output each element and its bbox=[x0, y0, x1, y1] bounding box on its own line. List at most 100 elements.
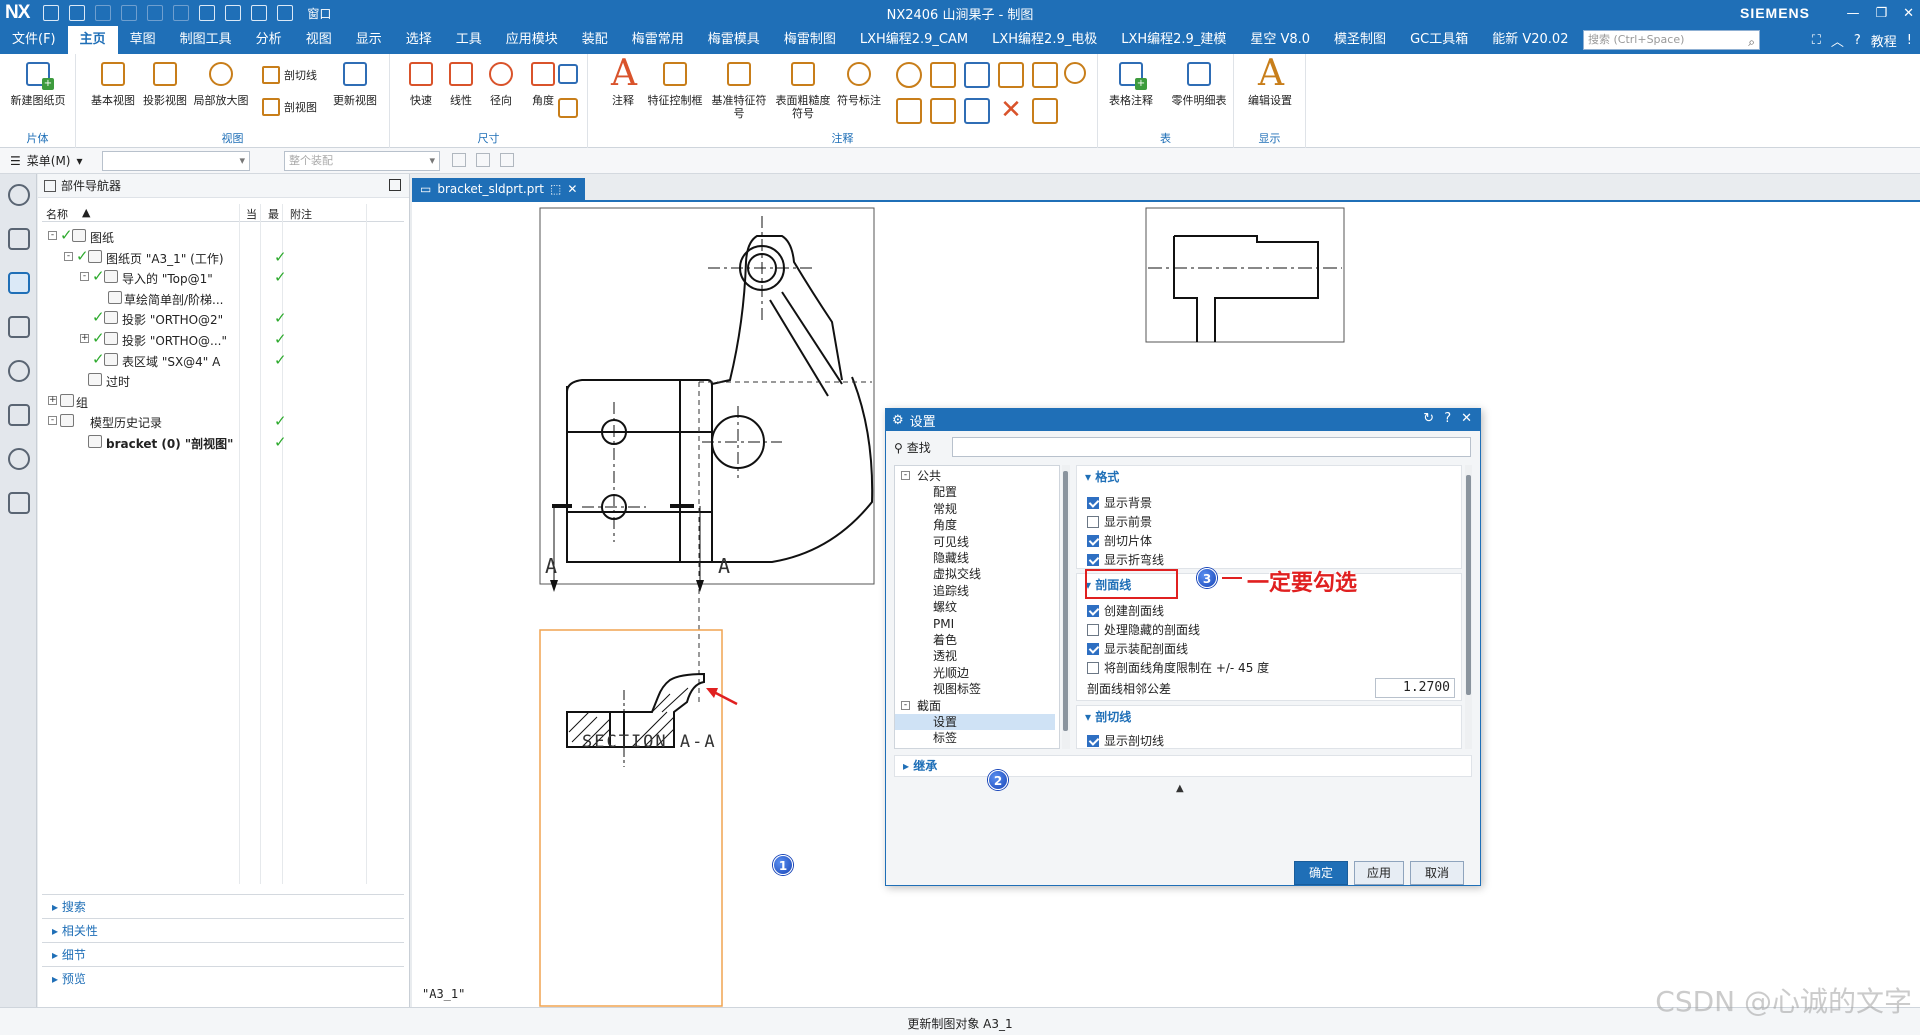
checkbox[interactable] bbox=[1087, 734, 1099, 747]
update-view-button[interactable]: 更新视图 bbox=[324, 58, 386, 107]
column-latest[interactable]: 最 bbox=[268, 206, 279, 222]
settings-tree-node[interactable]: 追踪线 bbox=[895, 583, 1055, 599]
option-format_options-0[interactable]: 显示背景 bbox=[1087, 494, 1152, 511]
tree-node[interactable]: bracket (0) "剖视图" ✓ bbox=[42, 432, 404, 452]
settings-tree-node[interactable]: PMI bbox=[895, 616, 1055, 632]
web-browser-icon[interactable] bbox=[8, 404, 30, 426]
edit-settings-button[interactable]: A 编辑设置 bbox=[1239, 56, 1301, 108]
restore-icon[interactable]: ❐ bbox=[1875, 6, 1887, 21]
help-icon[interactable]: ? bbox=[1854, 33, 1861, 48]
tab-4[interactable]: 分析 bbox=[244, 26, 294, 54]
section-line-button[interactable]: 剖切线 bbox=[262, 66, 317, 84]
navigator-section[interactable]: ▸ 搜索 bbox=[42, 894, 404, 918]
close-icon[interactable]: ✕ bbox=[1461, 411, 1472, 426]
section-view-button[interactable]: 剖视图 bbox=[262, 98, 317, 116]
format-panel-header[interactable]: ▾ 格式 bbox=[1077, 466, 1461, 488]
option-format_options-1[interactable]: 显示前景 bbox=[1087, 513, 1152, 530]
main-menu-button[interactable]: ☰ 菜单(M) ▾ bbox=[0, 152, 83, 169]
checkbox[interactable] bbox=[1087, 661, 1099, 674]
weld-symbol-icon[interactable] bbox=[930, 62, 956, 88]
expand-toggle-icon[interactable]: - bbox=[901, 700, 910, 710]
tab-8[interactable]: 工具 bbox=[444, 26, 494, 54]
column-name[interactable]: 名称 bbox=[46, 206, 68, 222]
type-filter-select[interactable]: ▾ bbox=[102, 151, 250, 171]
tree-node[interactable]: ✓ 表区域 "SX@4" A ✓ bbox=[42, 350, 404, 370]
collapse-arrow-icon[interactable]: ▲ bbox=[1176, 783, 1184, 794]
settings-tree-node[interactable]: 标签 bbox=[895, 730, 1055, 746]
tab-2[interactable]: 草图 bbox=[118, 26, 168, 54]
projected-view-button[interactable]: 投影视图 bbox=[134, 58, 196, 107]
column-note[interactable]: 附注 bbox=[290, 206, 312, 222]
leader-icon[interactable] bbox=[896, 98, 922, 124]
maximize-icon[interactable] bbox=[389, 179, 401, 191]
settings-tree-node[interactable]: 常规 bbox=[895, 501, 1055, 517]
reuse-library-icon[interactable] bbox=[8, 316, 30, 338]
gear-icon[interactable] bbox=[8, 184, 30, 206]
content-scrollbar[interactable] bbox=[1465, 465, 1472, 749]
find-input[interactable] bbox=[952, 437, 1471, 457]
tree-node[interactable]: - 模型历史记录 ✓ bbox=[42, 411, 404, 431]
tree-node[interactable]: - ✓ 图纸 bbox=[42, 226, 404, 246]
apply-button[interactable]: 应用 bbox=[1354, 861, 1404, 885]
sort-ascending-icon[interactable]: ▲ bbox=[82, 206, 90, 219]
window-menu[interactable]: 窗口 bbox=[307, 5, 331, 22]
new-sheet-button[interactable]: + 新建图纸页 bbox=[7, 58, 69, 107]
expand-toggle-icon[interactable]: + bbox=[80, 334, 89, 343]
feature-control-frame-button[interactable]: 特征控制框 bbox=[644, 58, 706, 107]
tree-node[interactable]: 草绘简单剖/阶梯... bbox=[42, 288, 404, 308]
surface-finish-button[interactable]: 表面粗糙度符号 bbox=[772, 58, 834, 120]
option-hatch_options-3[interactable]: 将剖面线角度限制在 +/- 45 度 bbox=[1087, 659, 1269, 676]
part-navigator-icon[interactable] bbox=[8, 272, 30, 294]
option-format_options-3[interactable]: 显示折弯线 bbox=[1087, 551, 1164, 568]
center-mark-icon[interactable] bbox=[964, 62, 990, 88]
ok-button[interactable]: 确定 bbox=[1294, 861, 1348, 885]
detail-view-button[interactable]: 局部放大图 bbox=[190, 58, 252, 107]
tab-20[interactable]: 能新 V20.02 bbox=[1480, 26, 1580, 54]
navigator-section[interactable]: ▸ 细节 bbox=[42, 942, 404, 966]
tree-node[interactable]: + 组 bbox=[42, 391, 404, 411]
settings-tree-node[interactable]: 配置 bbox=[895, 484, 1055, 500]
navigator-section[interactable]: ▸ 预览 bbox=[42, 966, 404, 990]
tab-12[interactable]: 梅雷模具 bbox=[696, 26, 772, 54]
image-icon[interactable] bbox=[1032, 62, 1058, 88]
settings-tree-node[interactable]: 螺纹 bbox=[895, 599, 1055, 615]
tab-15[interactable]: LXH编程2.9_电极 bbox=[980, 26, 1109, 54]
help-icon[interactable]: ? bbox=[1444, 411, 1451, 426]
checkbox[interactable] bbox=[1087, 604, 1099, 617]
tab-6[interactable]: 显示 bbox=[344, 26, 394, 54]
assembly-filter-select[interactable]: 整个装配 ▾ bbox=[284, 151, 440, 171]
navigator-section[interactable]: ▸ 相关性 bbox=[42, 918, 404, 942]
fullscreen-icon[interactable]: ⛶ bbox=[1812, 33, 1821, 48]
window-icon[interactable] bbox=[277, 5, 294, 21]
option-hatch_options-1[interactable]: 处理隐藏的剖面线 bbox=[1087, 621, 1200, 638]
command-search-input[interactable]: 搜索 (Ctrl+Space) ⌕ bbox=[1583, 30, 1760, 50]
history-icon[interactable] bbox=[8, 448, 30, 470]
document-tab[interactable]: ▭ bracket_sldprt.prt ⬚ ✕ bbox=[412, 178, 586, 200]
tab-11[interactable]: 梅雷常用 bbox=[620, 26, 696, 54]
target-point-icon[interactable] bbox=[896, 62, 922, 88]
cross-icon[interactable]: ✕ bbox=[998, 97, 1024, 124]
tab-18[interactable]: 模圣制图 bbox=[1322, 26, 1398, 54]
table-copy-icon[interactable] bbox=[1032, 98, 1058, 124]
datum-feature-button[interactable]: 基准特征符号 bbox=[708, 58, 770, 120]
paste-icon[interactable] bbox=[147, 5, 164, 21]
settings-tree-node[interactable]: 透视 bbox=[895, 648, 1055, 664]
tree-node[interactable]: - ✓ 导入的 "Top@1" ✓ bbox=[42, 267, 404, 287]
cancel-button[interactable]: 取消 bbox=[1410, 861, 1464, 885]
tab-13[interactable]: 梅雷制图 bbox=[772, 26, 848, 54]
offset-centerline-icon[interactable] bbox=[998, 62, 1024, 88]
ordinate-dimension-icon[interactable] bbox=[558, 98, 578, 118]
tab-5[interactable]: 视图 bbox=[294, 26, 344, 54]
column-current[interactable]: 当 bbox=[246, 206, 257, 222]
picture-icon[interactable] bbox=[964, 98, 990, 124]
assembly-navigator-icon[interactable] bbox=[8, 228, 30, 250]
option-hatch_options-0[interactable]: 创建剖面线 bbox=[1087, 602, 1164, 619]
save-icon[interactable] bbox=[43, 5, 60, 21]
command-finder-icon[interactable] bbox=[199, 5, 216, 21]
expand-toggle-icon[interactable]: - bbox=[901, 471, 910, 480]
tab-14[interactable]: LXH编程2.9_CAM bbox=[848, 26, 980, 54]
checkbox[interactable] bbox=[1087, 642, 1099, 655]
snap-icon[interactable] bbox=[452, 153, 466, 167]
settings-tree-node[interactable]: 隐藏线 bbox=[895, 550, 1055, 566]
symbol-annotation-button[interactable]: 符号标注 bbox=[828, 58, 890, 107]
